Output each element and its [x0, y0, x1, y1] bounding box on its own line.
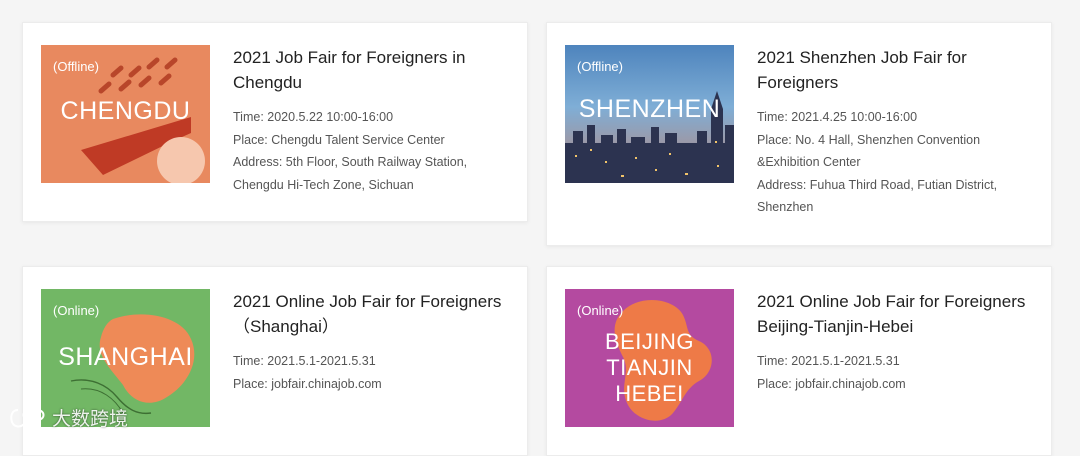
- fair-place: Place: jobfair.chinajob.com: [757, 376, 906, 391]
- fair-place: Place: jobfair.chinajob.com: [233, 376, 382, 391]
- fair-time: Time: 2021.5.1-2021.5.31: [233, 354, 376, 368]
- fair-address-cont: Shenzhen: [757, 200, 814, 214]
- city-label-tianjin: TIANJIN: [606, 355, 693, 380]
- job-fair-card-shenzhen[interactable]: (Offline) SHENZHEN 2021 Shenzhen Job Fai…: [546, 22, 1052, 246]
- job-fair-card-chengdu[interactable]: (Offline) CHENGDU 2021 Job Fair for Fore…: [22, 22, 528, 222]
- fair-time: Time: 2021.5.1-2021.5.31: [757, 354, 900, 368]
- fair-address: Address: Fuhua Third Road, Futian Distri…: [757, 177, 998, 192]
- fair-thumbnail-beijing-tianjin-hebei[interactable]: (Online) BEIJING TIANJIN HEBEI: [565, 289, 734, 427]
- fair-mode-tag: (Online): [577, 303, 624, 318]
- fair-mode-tag: (Offline): [577, 59, 623, 74]
- fair-title[interactable]: 2021 Shenzhen Job Fair for Foreigners: [757, 45, 1033, 95]
- watermark: 大数跨境: [8, 404, 128, 431]
- fair-mode-tag: (Online): [53, 303, 100, 318]
- fair-place: Place: Chengdu Talent Service Center: [233, 132, 445, 147]
- fair-thumbnail-chengdu[interactable]: (Offline) CHENGDU: [41, 45, 210, 183]
- city-label: CHENGDU: [60, 97, 191, 125]
- fair-time: Time: 2021.4.25 10:00-16:00: [757, 110, 918, 124]
- job-fair-card-beijing-tianjin-hebei[interactable]: (Online) BEIJING TIANJIN HEBEI 2021 Onli…: [546, 266, 1052, 456]
- fair-title[interactable]: 2021 Job Fair for Foreigners in Chengdu: [233, 45, 509, 95]
- watermark-text: 大数跨境: [52, 409, 129, 430]
- fair-time: Time: 2020.5.22 10:00-16:00: [233, 110, 394, 124]
- fair-mode-tag: (Offline): [53, 59, 99, 74]
- fair-title[interactable]: 2021 Online Job Fair for Foreigners （Sha…: [233, 289, 509, 339]
- city-label-hebei: HEBEI: [615, 381, 684, 406]
- city-label: SHENZHEN: [578, 95, 721, 123]
- fair-title[interactable]: 2021 Online Job Fair for Foreigners Beij…: [757, 289, 1033, 339]
- logo-icon: [10, 408, 45, 427]
- fair-address: Address: 5th Floor, South Railway Statio…: [233, 155, 468, 169]
- fair-place: Place: No. 4 Hall, Shenzhen Convention: [757, 132, 981, 147]
- city-label-beijing: BEIJING: [604, 329, 695, 354]
- fair-thumbnail-shenzhen[interactable]: (Offline) SHENZHEN: [565, 45, 734, 183]
- city-label: SHANGHAI: [58, 343, 193, 371]
- fair-place-cont: &Exhibition Center: [757, 155, 861, 169]
- fair-address-cont: Chengdu Hi-Tech Zone, Sichuan: [233, 177, 414, 192]
